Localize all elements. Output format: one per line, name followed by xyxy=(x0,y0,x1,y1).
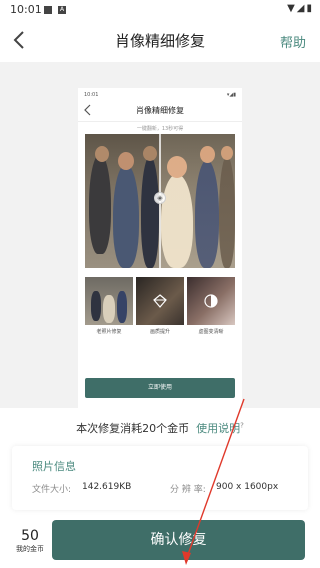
usage-instructions-link[interactable]: 使用说明 xyxy=(196,422,240,435)
square-icon xyxy=(44,6,52,14)
status-bar: 10:01 A ▼◢▮ xyxy=(0,0,320,20)
status-time: 10:01 xyxy=(10,3,42,16)
thumbnail-label-quality: 画质提升 xyxy=(149,329,170,335)
use-now-button[interactable]: 立即使用 xyxy=(85,378,235,398)
preview-title: 肖像精细修复 xyxy=(136,106,184,115)
wifi-icon: ▼ xyxy=(287,3,297,14)
preview-nav: 肖像精细修复 xyxy=(78,98,242,122)
diamond-icon xyxy=(153,294,167,308)
thumbnail-label-old-photo: 老照片修复 xyxy=(96,329,122,335)
cost-suffix: 个金币 xyxy=(156,422,190,435)
coins-label: 我的金币 xyxy=(16,545,44,553)
question-icon[interactable]: ? xyxy=(240,421,244,429)
cost-prefix: 本次修复消耗 xyxy=(76,422,143,435)
help-link[interactable]: 帮助 xyxy=(280,32,306,51)
compare-handle-icon[interactable]: ◈ xyxy=(154,192,166,204)
thumbnail-clarity[interactable] xyxy=(187,277,235,325)
cost-line: 本次修复消耗20个金币 使用说明? xyxy=(0,420,320,436)
thumbnail-quality[interactable] xyxy=(136,277,184,325)
nav-bar: 肖像精细修复 帮助 xyxy=(0,20,320,62)
photo-info-card: 照片信息 文件大小: 142.619KB 分 辨 率: 900 x 1600px xyxy=(12,446,308,510)
thumbnail-label-clarity: 虚图变清晰 xyxy=(198,329,224,335)
page-title: 肖像精细修复 xyxy=(114,32,205,50)
cost-amount: 20 xyxy=(142,422,157,435)
confirm-repair-button[interactable]: 确认修复 xyxy=(52,520,305,560)
feature-thumbnails: 老照片修复 画质提升 虚图变清晰 xyxy=(85,277,235,337)
content-area: 10:01 ▾◢▮ 肖像精细修复 一键翻新，13秒可得 ◈ 老照片修复 画质提升… xyxy=(0,62,320,408)
status-right-icons: ▼◢▮ xyxy=(287,3,314,14)
thumbnail-old-photo[interactable] xyxy=(85,277,133,325)
battery-icon: ▮ xyxy=(306,3,314,14)
coins-count: 50 xyxy=(21,528,39,544)
photo-info-title: 照片信息 xyxy=(32,460,76,473)
resolution-value: 900 x 1600px xyxy=(216,482,279,492)
main-photo: ◈ xyxy=(85,134,235,268)
resolution-label: 分 辨 率: xyxy=(170,485,206,495)
file-size-label: 文件大小: xyxy=(32,485,72,495)
my-coins: 50 我的金币 xyxy=(8,528,52,554)
a-badge-icon: A xyxy=(58,6,66,14)
contrast-icon xyxy=(204,294,218,308)
preview-subtitle: 一键翻新，13秒可得 xyxy=(136,126,184,132)
preview-phone: 10:01 ▾◢▮ 肖像精细修复 一键翻新，13秒可得 ◈ 老照片修复 画质提升… xyxy=(78,88,242,408)
file-size-value: 142.619KB xyxy=(82,482,132,492)
